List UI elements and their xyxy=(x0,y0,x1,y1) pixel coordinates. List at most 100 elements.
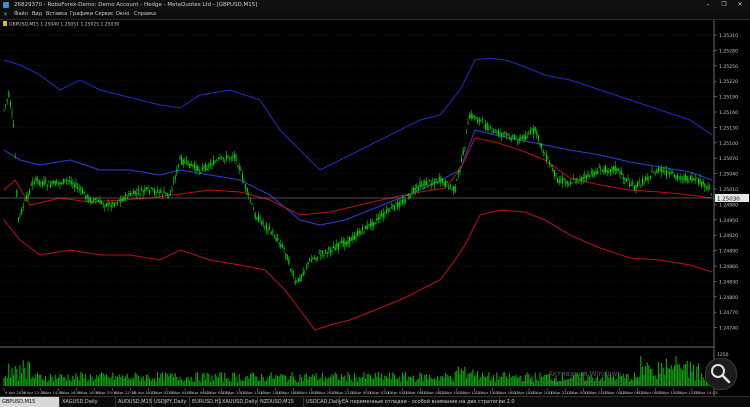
magnifier-button[interactable] xyxy=(705,358,737,390)
candle-body xyxy=(16,190,18,197)
menu-charts[interactable]: Графики xyxy=(70,10,93,19)
volume-bar xyxy=(299,374,301,386)
candle-body xyxy=(77,186,79,189)
candle-body xyxy=(310,259,312,263)
close-button[interactable]: ✕ xyxy=(732,0,748,10)
candle-body xyxy=(581,177,583,181)
volume-bar xyxy=(117,376,119,386)
candle-body xyxy=(227,155,229,158)
volume-bar xyxy=(267,377,269,386)
candle-body xyxy=(456,179,458,181)
volume-bar xyxy=(321,372,323,386)
chart-header: GBPUSD,M15 1.25040 1.25051 1.25025 1.250… xyxy=(9,22,119,28)
volume-bar xyxy=(107,376,109,386)
volume-bar xyxy=(211,375,213,386)
menu-window[interactable]: Окно xyxy=(116,10,129,19)
price-tick-label: 1.24800 xyxy=(719,295,738,301)
volume-bar xyxy=(24,367,26,386)
menu-tools[interactable]: Сервис xyxy=(95,10,114,19)
candle-body xyxy=(224,160,226,162)
candle-body xyxy=(489,127,491,128)
volume-bar xyxy=(371,378,373,386)
candle-body xyxy=(240,169,242,171)
volume-bar xyxy=(51,376,53,386)
candle-body xyxy=(67,179,69,181)
candle-body xyxy=(267,229,269,232)
candle-body xyxy=(302,271,304,276)
candle-body xyxy=(229,157,231,159)
menu-help[interactable]: Справка xyxy=(134,10,156,19)
candle-body xyxy=(81,189,83,194)
candle-body xyxy=(457,173,459,175)
candle-body xyxy=(155,192,157,195)
maximize-button[interactable]: ❐ xyxy=(716,0,732,10)
volume-bar xyxy=(397,378,399,386)
candle-body xyxy=(609,169,611,172)
candle-body xyxy=(139,194,141,196)
price-tick-label: 1.25220 xyxy=(719,79,738,85)
volume-bar xyxy=(429,374,431,386)
candle-body xyxy=(107,201,109,207)
volume-bar xyxy=(64,376,66,386)
volume-bar xyxy=(171,373,173,386)
volume-bar xyxy=(419,372,421,386)
volume-bar xyxy=(304,374,306,386)
candle-body xyxy=(65,180,67,181)
candle-body xyxy=(360,231,362,235)
volume-bar xyxy=(238,374,240,386)
candle-body xyxy=(99,199,101,205)
candle-body xyxy=(667,172,669,173)
candle-body xyxy=(593,172,595,175)
candle-body xyxy=(635,185,637,190)
candle-body xyxy=(97,200,99,202)
volume-bar xyxy=(246,375,248,386)
candle-body xyxy=(680,176,682,180)
app-menu-icon[interactable]: ✕ xyxy=(3,10,8,19)
volume-bar xyxy=(291,372,293,386)
candle-body xyxy=(646,177,648,180)
volume-bar xyxy=(461,368,463,386)
volume-bar xyxy=(449,375,451,386)
candle-body xyxy=(363,231,365,233)
volume-bar xyxy=(131,378,133,386)
minimize-button[interactable]: – xyxy=(700,0,716,10)
volume-bar xyxy=(19,365,21,386)
candle-body xyxy=(358,230,360,234)
candle-body xyxy=(72,182,74,185)
volume-bar xyxy=(139,381,141,386)
candle-body xyxy=(629,183,631,187)
candle-body xyxy=(549,162,551,165)
price-chart[interactable]: 1.25310 1.25280 1.25250 1.25220 1.25190 1.251… xyxy=(0,20,750,396)
volume-bar xyxy=(37,372,39,386)
volume-bar xyxy=(309,376,311,386)
candle-body xyxy=(566,180,568,185)
candle-body xyxy=(475,117,477,120)
volume-bar xyxy=(358,377,360,386)
candle-body xyxy=(595,171,597,174)
volume-bar xyxy=(177,380,179,386)
chart-header-badge xyxy=(3,21,7,26)
volume-bar xyxy=(147,375,149,386)
candle-body xyxy=(453,186,455,191)
current-price-label: 1.25030 xyxy=(717,197,740,203)
candle-body xyxy=(270,232,272,235)
candle-body xyxy=(701,182,703,187)
menu-view[interactable]: Вид xyxy=(32,10,42,19)
candle-body xyxy=(357,231,359,236)
candle-body xyxy=(440,177,442,183)
candle-body xyxy=(125,194,127,197)
volume-bar xyxy=(129,379,131,386)
volume-bar xyxy=(262,376,264,386)
candle-body xyxy=(201,167,203,171)
candle-body xyxy=(272,231,274,233)
volume-bar xyxy=(205,379,207,386)
app-icon xyxy=(3,2,9,8)
candle-body xyxy=(353,235,355,240)
candle-body xyxy=(395,203,397,205)
menu-insert[interactable]: Вставка xyxy=(46,10,67,19)
candle-body xyxy=(707,185,709,190)
volume-bar xyxy=(353,373,355,386)
menu-file[interactable]: Файл xyxy=(14,10,28,19)
candle-body xyxy=(429,179,431,181)
volume-bar xyxy=(277,375,279,386)
